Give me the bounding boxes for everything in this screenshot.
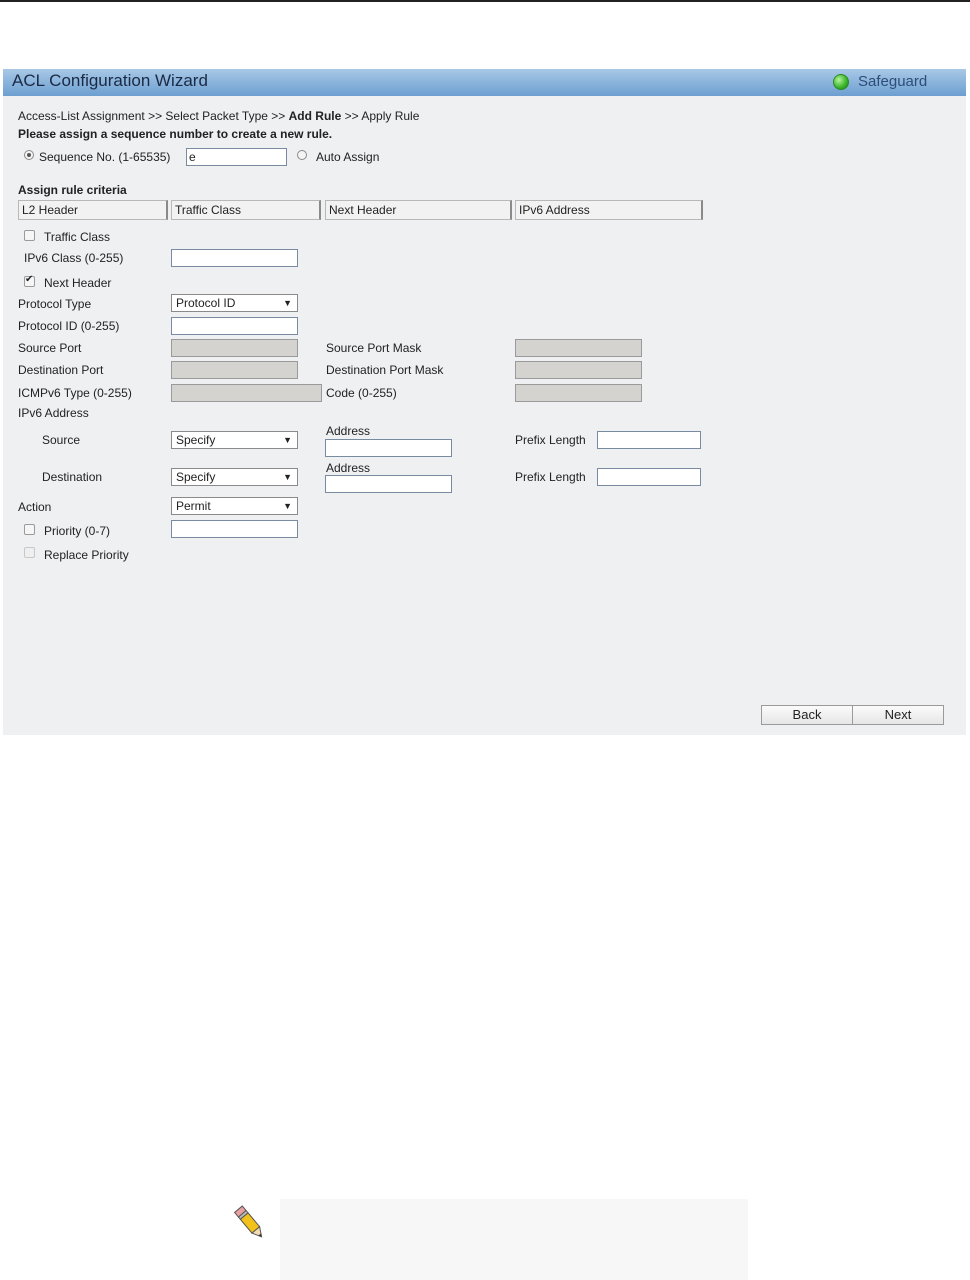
dropdown-arrow-icon: ▼ (283, 435, 292, 445)
icmpv6-type-input (171, 384, 322, 402)
note-box (280, 1199, 748, 1280)
tab-traffic-class[interactable]: Traffic Class (171, 200, 321, 220)
tab-l2-header[interactable]: L2 Header (18, 200, 168, 220)
source-port-mask-label: Source Port Mask (326, 341, 422, 355)
source-port-input (171, 339, 298, 357)
next-header-checkbox[interactable] (24, 274, 35, 287)
breadcrumb-separator: >> (344, 109, 359, 123)
title-bar: ACL Configuration Wizard Safeguard (3, 69, 966, 96)
action-select-value: Permit (176, 499, 211, 513)
ipv6-class-input[interactable] (171, 249, 298, 267)
code-label: Code (0-255) (326, 386, 397, 400)
dropdown-arrow-icon: ▼ (283, 501, 292, 511)
replace-priority-label: Replace Priority (44, 548, 129, 562)
destination-port-label: Destination Port (18, 363, 104, 377)
window-title: ACL Configuration Wizard (12, 71, 208, 90)
destination-select-value: Specify (176, 470, 216, 484)
protocol-id-input[interactable] (171, 317, 298, 335)
destination-address-input[interactable] (325, 475, 452, 493)
source-address-input[interactable] (325, 439, 452, 457)
tab-ipv6-address[interactable]: IPv6 Address (515, 200, 703, 220)
traffic-class-label: Traffic Class (44, 230, 111, 244)
next-button[interactable]: Next (852, 705, 944, 725)
destination-prefix-length-label: Prefix Length (515, 470, 586, 484)
source-select-value: Specify (176, 433, 216, 447)
back-button[interactable]: Back (761, 705, 853, 725)
source-port-label: Source Port (18, 341, 82, 355)
priority-label: Priority (0-7) (44, 524, 111, 538)
source-label: Source (42, 433, 81, 447)
safeguard-label: Safeguard (858, 73, 928, 90)
protocol-id-label: Protocol ID (0-255) (18, 319, 120, 333)
breadcrumb-step-apply-rule: Apply Rule (361, 109, 420, 123)
sequence-label: Sequence No. (1-65535) (39, 150, 171, 164)
criteria-heading: Assign rule criteria (18, 183, 127, 197)
page-top-rule (0, 0, 970, 2)
breadcrumb-step-assignment: Access-List Assignment (18, 109, 145, 123)
breadcrumb-step-add-rule: Add Rule (288, 109, 342, 123)
tab-next-header[interactable]: Next Header (325, 200, 512, 220)
sequence-radio[interactable] (24, 150, 34, 160)
safeguard-status-icon (833, 74, 849, 90)
traffic-class-checkbox[interactable] (24, 230, 35, 241)
action-select[interactable]: Permit ▼ (171, 497, 298, 515)
auto-assign-radio[interactable] (297, 150, 307, 160)
acl-wizard-panel: ACL Configuration Wizard Safeguard Acces… (3, 69, 966, 735)
priority-checkbox[interactable] (24, 524, 35, 535)
breadcrumb-step-packet-type: Select Packet Type (165, 109, 268, 123)
icmpv6-type-label: ICMPv6 Type (0-255) (18, 386, 132, 400)
destination-port-mask-label: Destination Port Mask (326, 363, 444, 377)
next-header-label: Next Header (44, 276, 112, 290)
protocol-type-value: Protocol ID (176, 296, 236, 310)
breadcrumb-separator: >> (148, 109, 163, 123)
code-input (515, 384, 642, 402)
instructions-text: Please assign a sequence number to creat… (18, 127, 333, 141)
source-select[interactable]: Specify ▼ (171, 431, 298, 449)
auto-assign-label: Auto Assign (316, 150, 380, 164)
replace-priority-checkbox (24, 547, 35, 558)
sequence-input[interactable]: e (186, 148, 287, 166)
destination-port-mask-input (515, 361, 642, 379)
destination-prefix-length-input[interactable] (597, 468, 701, 486)
destination-select[interactable]: Specify ▼ (171, 468, 298, 486)
destination-label: Destination (42, 470, 103, 484)
dropdown-arrow-icon: ▼ (283, 472, 292, 482)
priority-input[interactable] (171, 520, 298, 538)
pencil-note-icon (233, 1205, 263, 1238)
destination-port-input (171, 361, 298, 379)
source-port-mask-input (515, 339, 642, 357)
source-prefix-length-label: Prefix Length (515, 433, 586, 447)
ipv6-address-heading: IPv6 Address (18, 406, 89, 420)
source-prefix-length-input[interactable] (597, 431, 701, 449)
breadcrumb-separator: >> (271, 109, 286, 123)
source-address-label: Address (326, 424, 371, 438)
protocol-type-select[interactable]: Protocol ID ▼ (171, 294, 298, 312)
dropdown-arrow-icon: ▼ (283, 298, 292, 308)
breadcrumb: Access-List Assignment >> Select Packet … (18, 109, 419, 123)
action-label: Action (18, 500, 52, 514)
destination-address-label: Address (326, 461, 371, 475)
protocol-type-label: Protocol Type (18, 297, 92, 311)
ipv6-class-label: IPv6 Class (0-255) (24, 251, 124, 265)
